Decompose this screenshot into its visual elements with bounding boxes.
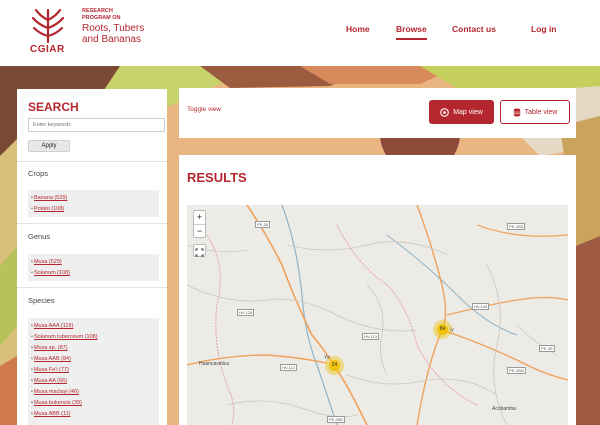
- facet-item-species[interactable]: Musa maclayi (46): [31, 389, 79, 395]
- cluster-count: 84: [437, 324, 448, 335]
- road-label: HV-113: [362, 333, 380, 340]
- facet-item-species[interactable]: Musa AAB (84): [31, 356, 71, 362]
- road-label: PE-26: [255, 221, 271, 228]
- facet-item-species[interactable]: Musa bukensis (39): [31, 400, 82, 406]
- fullscreen-icon: [195, 248, 204, 257]
- program-name-line1: Roots, Tubers: [82, 23, 145, 34]
- program-label-line1: RESEARCH: [82, 8, 113, 14]
- facet-title-genus: Genus: [28, 232, 51, 241]
- divider: [17, 287, 167, 288]
- divider: [17, 223, 167, 224]
- zoom-out-button[interactable]: −: [194, 225, 205, 238]
- logo-wordmark: CGIAR: [30, 44, 65, 55]
- road-label: HV-128: [237, 309, 255, 316]
- map-cluster-marker[interactable]: 24: [325, 356, 344, 375]
- facet-title-crops: Crops: [28, 169, 49, 178]
- nav-log-in[interactable]: Log in: [531, 24, 557, 34]
- facet-item-banana[interactable]: Banana (529): [31, 195, 67, 201]
- program-label: RESEARCH PROGRAM ON: [82, 8, 152, 22]
- nav-contact-us[interactable]: Contact us: [452, 24, 496, 34]
- facet-item-species[interactable]: Musa AA (66): [31, 378, 67, 384]
- facet-list-genus: Musa (529) Solanum (108): [28, 254, 159, 281]
- facet-list-crops: Banana (529) Potato (108): [28, 190, 159, 217]
- cluster-count: 24: [329, 360, 340, 371]
- road-label: PE-3SD: [507, 223, 526, 230]
- fullscreen-button[interactable]: [193, 244, 206, 257]
- road-label: HV-112: [280, 364, 298, 371]
- facet-title-species: Species: [28, 296, 55, 305]
- place-label-huancavelica: Huancavelica: [199, 361, 230, 367]
- facet-item-species[interactable]: Solanum tuberosum (108): [31, 334, 98, 340]
- facet-item-species[interactable]: Musa AAA (119): [31, 323, 73, 329]
- nav-browse[interactable]: Browse: [396, 24, 427, 40]
- site-header: CGIAR RESEARCH PROGRAM ON Roots, Tubers …: [0, 0, 600, 66]
- toggle-view-label: Toggle view: [187, 106, 221, 113]
- results-panel: RESULTS + − PE-26 PE-3SD HV-128 HV-106 H…: [179, 155, 576, 425]
- search-input[interactable]: [28, 118, 165, 132]
- facet-item-musa[interactable]: Musa (529): [31, 259, 62, 265]
- road-label: HV-106: [472, 303, 490, 310]
- facet-item-potato[interactable]: Potato (108): [31, 206, 64, 212]
- database-icon: [513, 107, 520, 117]
- divider: [17, 161, 167, 162]
- apply-button[interactable]: Apply: [28, 140, 70, 152]
- road-label: PE-26B: [327, 416, 345, 423]
- zoom-control: + −: [193, 210, 206, 238]
- search-sidebar: SEARCH Apply Crops Banana (529) Potato (…: [17, 89, 167, 425]
- facet-item-species[interactable]: Musa ABB (11): [31, 411, 71, 417]
- results-map[interactable]: + − PE-26 PE-3SD HV-128 HV-106 HV-113 HV…: [187, 205, 568, 425]
- map-view-label: Map view: [453, 108, 483, 116]
- program-label-line2: PROGRAM ON: [82, 15, 121, 21]
- road-label: PE-3SM: [507, 367, 526, 374]
- results-title: RESULTS: [187, 170, 247, 185]
- table-view-button[interactable]: Table view: [500, 100, 570, 124]
- program-name: Roots, Tubers and Bananas: [82, 23, 172, 45]
- map-cluster-marker[interactable]: 84: [433, 320, 452, 339]
- facet-list-species: Musa AAA (119) Solanum tuberosum (108) M…: [28, 318, 159, 425]
- toggle-view-panel: Toggle view Map view Table view: [179, 88, 576, 138]
- place-label-acobamba: Acobamba: [492, 406, 516, 412]
- map-view-button[interactable]: Map view: [429, 100, 494, 124]
- table-view-label: Table view: [524, 108, 558, 116]
- zoom-in-button[interactable]: +: [194, 211, 205, 224]
- road-label: PE-3S: [539, 345, 555, 352]
- facet-item-species[interactable]: Musa Fe'i (77): [31, 367, 69, 373]
- search-title: SEARCH: [28, 100, 79, 114]
- location-pin-icon: [440, 107, 450, 117]
- program-name-line2: and Bananas: [82, 34, 141, 45]
- facet-item-solanum[interactable]: Solanum (108): [31, 270, 70, 276]
- nav-home[interactable]: Home: [346, 24, 370, 34]
- facet-item-species[interactable]: Musa sp. (87): [31, 345, 68, 351]
